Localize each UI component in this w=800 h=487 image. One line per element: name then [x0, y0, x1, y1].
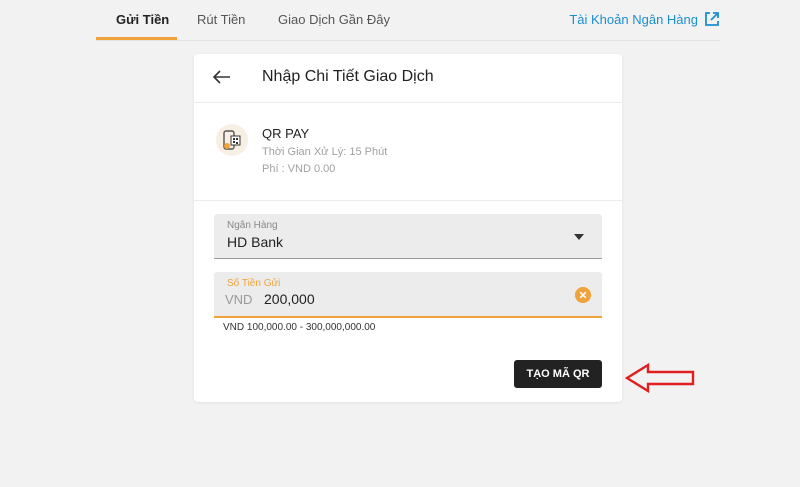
clear-icon[interactable]: [575, 287, 591, 303]
transaction-card: Nhập Chi Tiết Giao Dịch QR PAY Thời Gian…: [194, 54, 622, 402]
create-qr-button[interactable]: TẠO MÃ QR: [514, 360, 602, 388]
card-title: Nhập Chi Tiết Giao Dịch: [262, 68, 434, 85]
bank-select[interactable]: Ngân Hàng HD Bank: [214, 214, 602, 259]
tab-deposit[interactable]: Gửi Tiền: [116, 12, 169, 27]
top-tabs: Gửi Tiền Rút Tiền Giao Dịch Gần Đây Tài …: [96, 0, 720, 41]
amount-currency: VND: [225, 292, 253, 307]
back-arrow-icon[interactable]: [212, 66, 232, 88]
method-processing-time: Thời Gian Xử Lý: 15 Phút: [262, 146, 388, 158]
amount-input[interactable]: [264, 289, 544, 309]
tab-recent-transactions[interactable]: Giao Dịch Gần Đây: [278, 12, 390, 27]
active-tab-indicator: [96, 37, 177, 40]
card-header: Nhập Chi Tiết Giao Dịch: [194, 54, 622, 103]
bank-select-value: HD Bank: [227, 234, 284, 250]
tab-withdraw[interactable]: Rút Tiền: [197, 12, 245, 27]
amount-range-hint: VND 100,000.00 - 300,000,000.00: [223, 322, 376, 333]
method-name: QR PAY: [262, 126, 310, 141]
payment-method: QR PAY Thời Gian Xử Lý: 15 Phút Phí : VN…: [194, 102, 622, 201]
external-link-icon: [705, 12, 719, 26]
caret-down-icon[interactable]: [574, 234, 584, 240]
method-fee: Phí : VND 0.00: [262, 163, 336, 175]
bank-account-link-label: Tài Khoản Ngân Hàng: [569, 11, 698, 27]
bank-account-link[interactable]: Tài Khoản Ngân Hàng: [569, 11, 720, 27]
qr-pay-icon: [216, 124, 248, 156]
amount-field-label: Số Tiền Gửi: [227, 278, 281, 289]
bank-select-label: Ngân Hàng: [227, 220, 278, 231]
annotation-arrow-icon: [624, 362, 695, 394]
amount-field: Số Tiền Gửi VND: [214, 272, 602, 318]
